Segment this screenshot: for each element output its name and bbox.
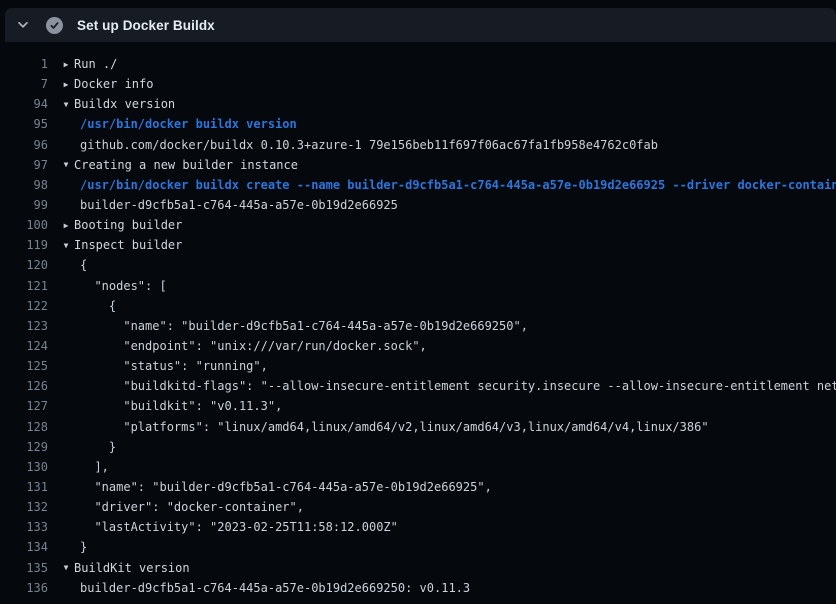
group-toggle-icon[interactable]: ▼ [58,160,74,169]
line-number[interactable]: 135 [0,561,48,575]
log-line[interactable]: 100 ▶ Booting builder [0,215,836,235]
line-number[interactable]: 124 [0,339,48,353]
log-line: 126 "buildkitd-flags": "--allow-insecure… [0,376,836,396]
group-toggle-icon[interactable]: ▶ [58,221,74,230]
log-text: Docker info [74,77,153,91]
log-text: "name": "builder-d9cfb5a1-c764-445a-a57e… [74,319,528,333]
line-number[interactable]: 1 [0,57,48,71]
step-title: Set up Docker Buildx [77,18,215,33]
line-number[interactable]: 134 [0,540,48,554]
log-line: 122 { [0,296,836,316]
log-line[interactable]: 135 ▼ BuildKit version [0,558,836,578]
line-number[interactable]: 99 [0,198,48,212]
log-text: Inspect builder [74,238,182,252]
chevron-down-icon[interactable] [15,17,31,33]
line-number[interactable]: 123 [0,319,48,333]
line-number[interactable]: 129 [0,440,48,454]
log-text: /usr/bin/docker buildx create --name bui… [74,178,836,192]
log-line: 98 /usr/bin/docker buildx create --name … [0,175,836,195]
line-number[interactable]: 130 [0,460,48,474]
actions-log-page: Set up Docker Buildx 1 ▶ Run ./ 7 ▶ Dock… [0,0,836,604]
log-line: 128 "platforms": "linux/amd64,linux/amd6… [0,417,836,437]
line-number[interactable]: 131 [0,480,48,494]
log-text: "buildkitd-flags": "--allow-insecure-ent… [74,379,836,393]
log-line: 121 "nodes": [ [0,276,836,296]
line-number[interactable]: 119 [0,238,48,252]
step-header[interactable]: Set up Docker Buildx [5,8,836,42]
log-text: } [74,540,87,554]
log-line: 136 builder-d9cfb5a1-c764-445a-a57e-0b19… [0,578,836,598]
log-text: Run ./ [74,57,117,71]
log-text: ], [74,460,109,474]
line-number[interactable]: 120 [0,258,48,272]
log-viewer: 1 ▶ Run ./ 7 ▶ Docker info 94 ▼ Buildx v… [0,42,836,604]
log-line: 130 ], [0,457,836,477]
line-number[interactable]: 100 [0,218,48,232]
log-line: 133 "lastActivity": "2023-02-25T11:58:12… [0,517,836,537]
check-circle-icon [46,17,63,34]
log-line: 132 "driver": "docker-container", [0,497,836,517]
log-line[interactable]: 7 ▶ Docker info [0,74,836,94]
group-toggle-icon[interactable]: ▼ [58,100,74,109]
line-number[interactable]: 96 [0,138,48,152]
line-number[interactable]: 126 [0,379,48,393]
line-number[interactable]: 127 [0,399,48,413]
group-toggle-icon[interactable]: ▼ [58,241,74,250]
line-number[interactable]: 97 [0,158,48,172]
line-number[interactable]: 94 [0,97,48,111]
log-text: { [74,299,116,313]
log-line: 120 { [0,255,836,275]
log-line[interactable]: 119 ▼ Inspect builder [0,235,836,255]
log-text: "status": "running", [74,359,268,373]
group-toggle-icon[interactable]: ▶ [58,80,74,89]
log-text: "driver": "docker-container", [74,500,304,514]
line-number[interactable]: 121 [0,279,48,293]
log-text: github.com/docker/buildx 0.10.3+azure-1 … [74,138,658,152]
log-line: 134 } [0,537,836,557]
log-line[interactable]: 94 ▼ Buildx version [0,94,836,114]
group-toggle-icon[interactable]: ▶ [58,60,74,69]
line-number[interactable]: 95 [0,117,48,131]
line-number[interactable]: 132 [0,500,48,514]
line-number[interactable]: 7 [0,77,48,91]
log-text: "endpoint": "unix:///var/run/docker.sock… [74,339,427,353]
log-text: "lastActivity": "2023-02-25T11:58:12.000… [74,520,398,534]
log-line: 95 /usr/bin/docker buildx version [0,114,836,134]
log-line[interactable]: 97 ▼ Creating a new builder instance [0,155,836,175]
log-text: "name": "builder-d9cfb5a1-c764-445a-a57e… [74,480,492,494]
line-number[interactable]: 136 [0,581,48,595]
log-line: 123 "name": "builder-d9cfb5a1-c764-445a-… [0,316,836,336]
log-line: 124 "endpoint": "unix:///var/run/docker.… [0,336,836,356]
log-line: 127 "buildkit": "v0.11.3", [0,396,836,416]
log-text: "buildkit": "v0.11.3", [74,399,282,413]
log-text: Booting builder [74,218,182,232]
log-line: 125 "status": "running", [0,356,836,376]
log-text: "nodes": [ [74,279,167,293]
line-number[interactable]: 128 [0,420,48,434]
log-text: BuildKit version [74,561,190,575]
line-number[interactable]: 133 [0,520,48,534]
log-text: { [74,258,87,272]
log-text: } [74,440,116,454]
log-line[interactable]: 1 ▶ Run ./ [0,54,836,74]
log-line: 99 builder-d9cfb5a1-c764-445a-a57e-0b19d… [0,195,836,215]
log-line: 96 github.com/docker/buildx 0.10.3+azure… [0,135,836,155]
log-text: Buildx version [74,97,175,111]
line-number[interactable]: 125 [0,359,48,373]
log-line: 129 } [0,437,836,457]
log-text: Creating a new builder instance [74,158,298,172]
line-number[interactable]: 98 [0,178,48,192]
log-text: builder-d9cfb5a1-c764-445a-a57e-0b19d2e6… [74,198,398,212]
log-text: builder-d9cfb5a1-c764-445a-a57e-0b19d2e6… [74,581,470,595]
group-toggle-icon[interactable]: ▼ [58,563,74,572]
line-number[interactable]: 122 [0,299,48,313]
log-text: "platforms": "linux/amd64,linux/amd64/v2… [74,420,709,434]
log-line: 131 "name": "builder-d9cfb5a1-c764-445a-… [0,477,836,497]
log-text: /usr/bin/docker buildx version [74,117,297,131]
